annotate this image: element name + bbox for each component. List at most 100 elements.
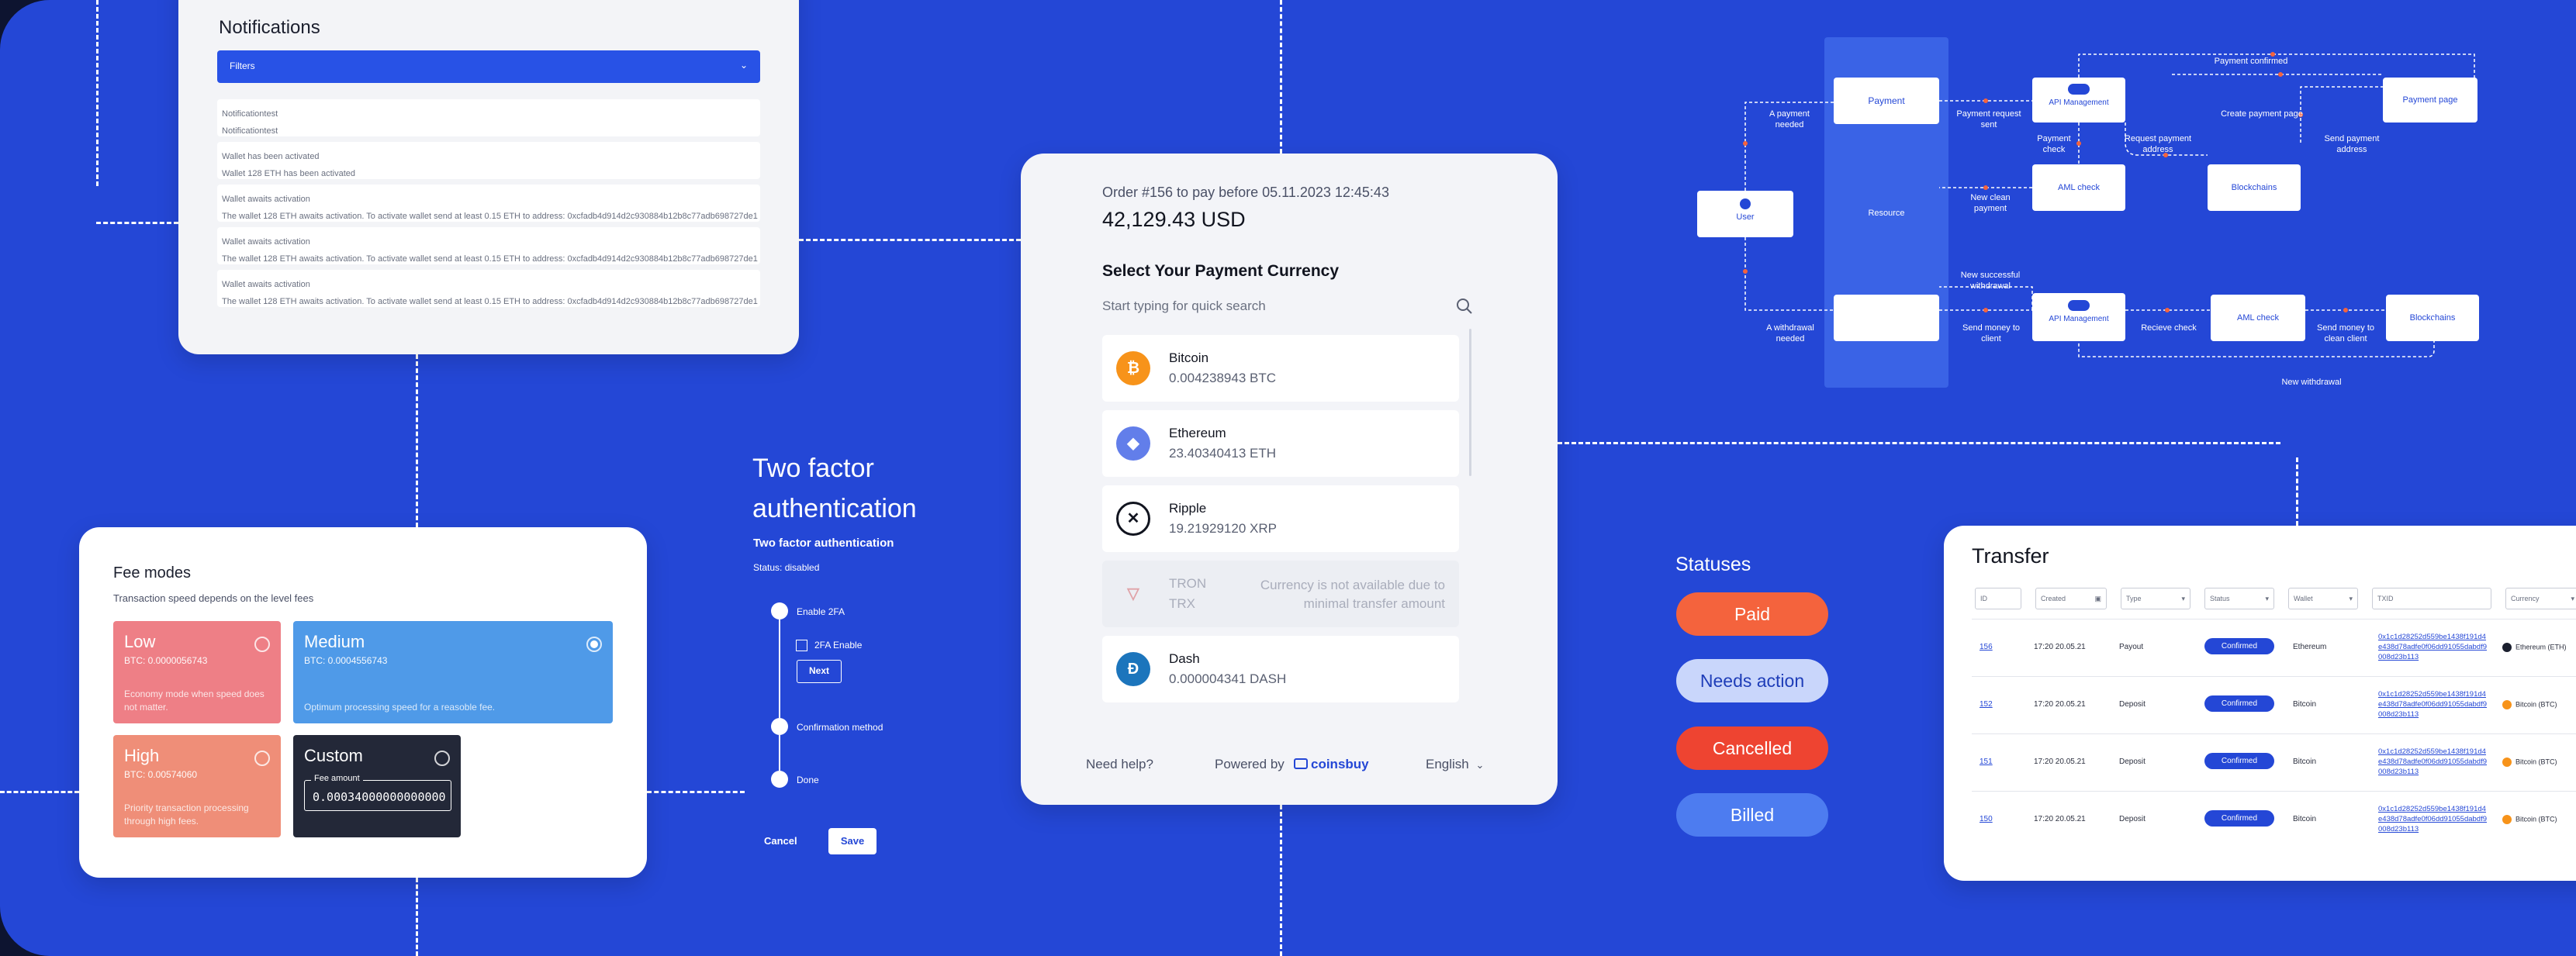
connector-line xyxy=(96,222,178,224)
notification-title: Notificationtest xyxy=(222,109,278,119)
step-line xyxy=(779,620,780,718)
notification-title: Wallet awaits activation xyxy=(222,237,310,247)
statuses-title: Statuses xyxy=(1675,554,1751,575)
transfer-wallet: Bitcoin xyxy=(2293,758,2317,766)
unavailable-note: Currency is not available due to minimal… xyxy=(1260,578,1445,611)
connector-line xyxy=(1280,805,1282,956)
flow-label: A withdrawal needed xyxy=(1766,323,1814,343)
transfer-txid[interactable]: 0x1c1d28252d559be1438f191d4e438d78adfe0f… xyxy=(2378,689,2487,720)
fee-amount-value: 0.00034000000000000 xyxy=(313,790,446,804)
flow-label: Payment request sent xyxy=(1956,109,2021,129)
transfer-type: Deposit xyxy=(2119,700,2146,709)
radio-button-selected[interactable] xyxy=(586,637,602,652)
currency-option-dash[interactable]: Đ Dash 0.000004341 DASH xyxy=(1102,636,1459,702)
transfer-id[interactable]: 152 xyxy=(1980,700,1993,709)
transfer-wallet: Bitcoin xyxy=(2293,815,2317,823)
filter-type[interactable]: Type ▾ xyxy=(2121,588,2190,609)
fee-mode-desc: Optimum processing speed for a reasoble … xyxy=(304,702,496,713)
fee-mode-high[interactable]: High BTC: 0.00574060 Priority transactio… xyxy=(113,735,281,837)
notification-item[interactable]: Wallet awaits activation The wallet 128 … xyxy=(217,185,760,222)
connector-line xyxy=(647,791,745,793)
currency-balance: 23.40340413 ETH xyxy=(1169,446,1276,461)
ethereum-icon xyxy=(2502,643,2512,652)
flow-label: Send money to clean client xyxy=(2317,323,2374,343)
transfer-id[interactable]: 151 xyxy=(1980,758,1993,766)
currency-option-ethereum[interactable]: ◆ Ethereum 23.40340413 ETH xyxy=(1102,410,1459,477)
step-dot xyxy=(771,718,788,735)
notification-item[interactable]: Wallet awaits activation The wallet 128 … xyxy=(217,270,760,307)
transfer-created: 17:20 20.05.21 xyxy=(2034,815,2086,823)
currency-option-ripple[interactable]: ✕ Ripple 19.21929120 XRP xyxy=(1102,485,1459,552)
table-row[interactable]: 152 17:20 20.05.21 Deposit Confirmed Bit… xyxy=(1972,676,2576,733)
order-info: Order #156 to pay before 05.11.2023 12:4… xyxy=(1102,185,1389,200)
powered-by-label: Powered by xyxy=(1215,757,1285,771)
filter-label: Wallet xyxy=(2294,595,2313,602)
filter-currency[interactable]: Currency ▾ xyxy=(2505,588,2576,609)
filter-label: Status xyxy=(2210,595,2230,602)
notification-item[interactable]: Wallet awaits activation The wallet 128 … xyxy=(217,227,760,264)
currency-label: Bitcoin (BTC) xyxy=(2515,700,2557,709)
currency-search-input[interactable]: Start typing for quick search xyxy=(1102,299,1266,314)
dash-icon: Đ xyxy=(1116,652,1150,686)
filter-wallet[interactable]: Wallet ▾ xyxy=(2288,588,2358,609)
fee-mode-medium[interactable]: Medium BTC: 0.0004556743 Optimum process… xyxy=(293,621,613,723)
chevron-down-icon: ⌄ xyxy=(739,60,748,71)
table-row[interactable]: 156 17:20 20.05.21 Payout Confirmed Ethe… xyxy=(1972,619,2576,676)
chevron-down-icon: ▾ xyxy=(2571,595,2574,602)
transfer-id[interactable]: 156 xyxy=(1980,643,1993,651)
fee-mode-name: High xyxy=(124,746,160,765)
transfer-created: 17:20 20.05.21 xyxy=(2034,758,2086,766)
connector-line xyxy=(1280,0,1282,154)
filter-id[interactable]: ID xyxy=(1975,588,2021,609)
bitcoin-icon xyxy=(2502,700,2512,709)
2fa-enable-checkbox[interactable] xyxy=(796,640,807,651)
status-badge-paid: Paid xyxy=(1676,592,1828,636)
status-badge: Confirmed xyxy=(2204,638,2274,654)
filter-status[interactable]: Status ▾ xyxy=(2204,588,2274,609)
wallet-icon xyxy=(1294,758,1308,769)
fee-mode-custom[interactable]: Custom Fee amount 0.00034000000000000 xyxy=(293,735,461,837)
flow-label: Payment confirmed xyxy=(2214,57,2288,66)
notification-item[interactable]: Notificationtest Notificationtest xyxy=(217,99,760,136)
language-select[interactable]: English ⌄ xyxy=(1426,757,1484,772)
next-button[interactable]: Next xyxy=(797,660,842,683)
notification-body: The wallet 128 ETH awaits activation. To… xyxy=(222,254,758,264)
notification-title: Wallet awaits activation xyxy=(222,195,310,204)
fee-mode-low[interactable]: Low BTC: 0.0000056743 Economy mode when … xyxy=(113,621,281,723)
checkbox-label: 2FA Enable xyxy=(814,640,863,651)
bitcoin-icon xyxy=(2502,758,2512,767)
step-label: Enable 2FA xyxy=(797,606,845,617)
fee-mode-name: Custom xyxy=(304,746,363,765)
filters-label: Filters xyxy=(230,60,255,71)
radio-button[interactable] xyxy=(254,751,270,766)
step-dot xyxy=(771,602,788,620)
radio-button[interactable] xyxy=(254,637,270,652)
transfer-txid[interactable]: 0x1c1d28252d559be1438f191d4e438d78adfe0f… xyxy=(2378,747,2487,777)
transfer-currency: Ethereum (ETH) xyxy=(2502,643,2567,652)
flow-label: Send payment address xyxy=(2324,134,2380,154)
help-link[interactable]: Need help? xyxy=(1086,757,1153,772)
filter-txid[interactable]: TXID xyxy=(2372,588,2491,609)
table-row[interactable]: 151 17:20 20.05.21 Deposit Confirmed Bit… xyxy=(1972,733,2576,791)
filter-label: Created xyxy=(2041,595,2066,602)
currency-option-bitcoin[interactable]: ₿ Bitcoin 0.004238943 BTC xyxy=(1102,335,1459,402)
currency-option-tron: ▽ TRON TRX Currency is not available due… xyxy=(1102,561,1459,627)
notification-item[interactable]: Wallet has been activated Wallet 128 ETH… xyxy=(217,142,760,179)
filters-dropdown[interactable]: Filters ⌄ xyxy=(217,50,760,83)
fee-mode-btc: BTC: 0.0004556743 xyxy=(304,655,388,666)
table-row[interactable]: 150 17:20 20.05.21 Deposit Confirmed Bit… xyxy=(1972,791,2576,848)
save-button[interactable]: Save xyxy=(828,828,877,854)
transfer-id[interactable]: 150 xyxy=(1980,815,1993,823)
filter-created[interactable]: Created ▣ xyxy=(2035,588,2107,609)
currency-balance: 19.21929120 XRP xyxy=(1169,521,1277,536)
transfer-txid[interactable]: 0x1c1d28252d559be1438f191d4e438d78adfe0f… xyxy=(2378,804,2487,834)
status-badge-needs-action: Needs action xyxy=(1676,659,1828,702)
notification-body: The wallet 128 ETH awaits activation. To… xyxy=(222,212,758,221)
scrollbar[interactable] xyxy=(1469,329,1471,476)
tron-icon: ▽ xyxy=(1127,585,1139,602)
search-icon[interactable] xyxy=(1455,297,1474,316)
transfer-txid[interactable]: 0x1c1d28252d559be1438f191d4e438d78adfe0f… xyxy=(2378,632,2487,662)
fee-amount-field[interactable]: Fee amount 0.00034000000000000 xyxy=(304,774,451,811)
radio-button[interactable] xyxy=(434,751,450,766)
cancel-button[interactable]: Cancel xyxy=(764,835,797,847)
